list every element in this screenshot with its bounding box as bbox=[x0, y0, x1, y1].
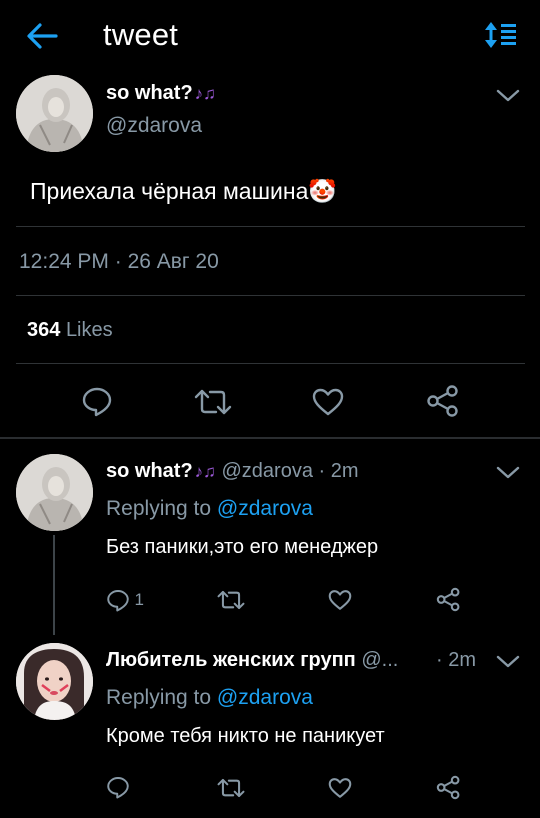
replying-to-link[interactable]: @zdarova bbox=[217, 497, 313, 520]
reply-icon bbox=[107, 590, 129, 612]
back-arrow-icon[interactable] bbox=[26, 22, 58, 50]
timestamp: 12:24 PM · 26 Авг 20 bbox=[19, 250, 219, 274]
music-badge: ♪♫ bbox=[194, 462, 216, 481]
divider bbox=[16, 363, 525, 364]
reply-icon bbox=[107, 777, 129, 799]
share-icon[interactable] bbox=[436, 587, 461, 612]
sort-icon[interactable] bbox=[484, 20, 518, 50]
reply-author-name[interactable]: Любитель женских групп bbox=[106, 649, 356, 671]
reply-avatar[interactable] bbox=[16, 643, 93, 720]
likes-label: Likes bbox=[65, 319, 113, 341]
reply-time: 2m bbox=[330, 460, 359, 482]
clown-emoji: 🤡 bbox=[308, 178, 338, 204]
separator: · bbox=[318, 460, 326, 482]
retweet-icon[interactable] bbox=[217, 777, 245, 799]
likes-stat[interactable]: 364 Likes bbox=[27, 319, 113, 342]
reply-action[interactable]: 1 bbox=[106, 588, 144, 612]
reply-handle[interactable]: @... bbox=[361, 649, 398, 671]
chevron-down-icon[interactable] bbox=[495, 654, 521, 670]
music-badge: ♪♫ bbox=[194, 84, 216, 103]
replying-prefix: Replying to bbox=[106, 497, 212, 520]
tweet-text: Приехала чёрная машина🤡 bbox=[30, 178, 337, 205]
reply-count: 1 bbox=[134, 590, 144, 609]
section-divider bbox=[0, 437, 540, 439]
like-icon[interactable] bbox=[328, 777, 352, 799]
reply-text: Без паники,это его менеджер bbox=[106, 536, 379, 558]
retweet-icon[interactable] bbox=[217, 589, 245, 611]
reply-author-name[interactable]: so what? bbox=[106, 460, 193, 482]
avatar-image bbox=[16, 454, 93, 531]
replying-to: Replying to @zdarova bbox=[106, 497, 313, 521]
reply-action[interactable] bbox=[106, 775, 130, 799]
tweet-text-body: Приехала чёрная машина bbox=[30, 178, 309, 204]
like-icon[interactable] bbox=[328, 589, 352, 611]
top-bar: tweet bbox=[0, 0, 540, 72]
page-title: tweet bbox=[103, 17, 179, 52]
reply-header: Любитель женских групп @... bbox=[106, 648, 398, 672]
reply-text: Кроме тебя никто не паникует bbox=[106, 725, 385, 747]
author-name[interactable]: so what? bbox=[106, 82, 193, 104]
like-icon[interactable] bbox=[312, 387, 344, 417]
chevron-down-icon[interactable] bbox=[495, 88, 521, 104]
reply-handle[interactable]: @zdarova bbox=[221, 460, 312, 482]
reply-header: so what? ♪♫ @zdarova · 2m bbox=[106, 459, 359, 484]
likes-count: 364 bbox=[27, 319, 61, 341]
retweet-icon[interactable] bbox=[194, 387, 232, 417]
author-name-row: so what? ♪♫ bbox=[106, 81, 216, 106]
divider bbox=[16, 295, 525, 296]
author-avatar[interactable] bbox=[16, 75, 93, 152]
separator: · bbox=[114, 250, 122, 273]
avatar-image bbox=[16, 643, 93, 720]
author-handle[interactable]: @zdarova bbox=[106, 114, 202, 138]
reply-time: 2m bbox=[448, 649, 477, 671]
thread-line bbox=[53, 535, 55, 635]
chevron-down-icon[interactable] bbox=[495, 465, 521, 481]
replying-to-link[interactable]: @zdarova bbox=[217, 686, 313, 709]
share-icon[interactable] bbox=[426, 384, 460, 418]
share-icon[interactable] bbox=[436, 775, 461, 800]
reply-icon[interactable] bbox=[81, 385, 113, 417]
separator: · bbox=[436, 649, 443, 671]
tweet-time: 12:24 PM bbox=[19, 250, 109, 273]
divider bbox=[16, 226, 525, 227]
reply-avatar[interactable] bbox=[16, 454, 93, 531]
tweet-date: 26 Авг 20 bbox=[127, 250, 219, 273]
avatar-image bbox=[16, 75, 93, 152]
replying-to: Replying to @zdarova bbox=[106, 686, 313, 710]
replying-prefix: Replying to bbox=[106, 686, 212, 709]
reply-meta: · 2m bbox=[436, 648, 476, 672]
